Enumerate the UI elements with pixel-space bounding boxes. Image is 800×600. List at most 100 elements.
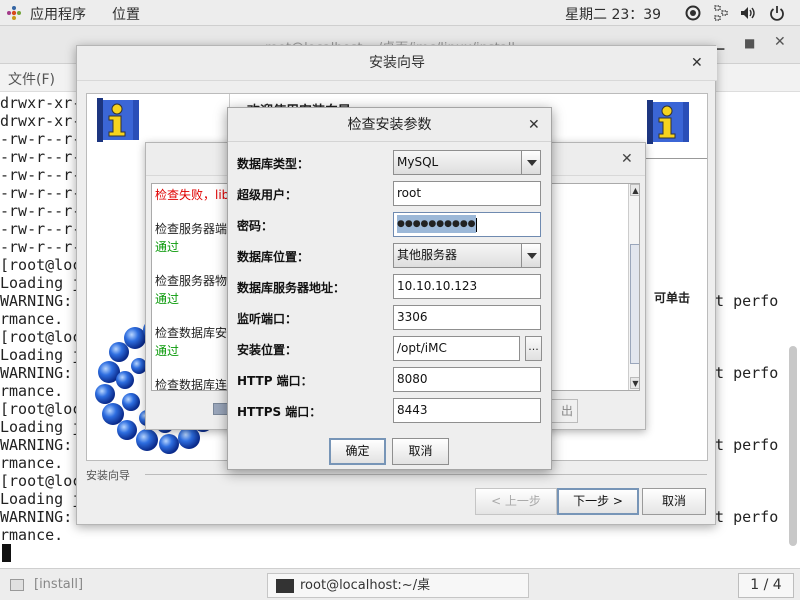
menu-file[interactable]: 文件(F) [8,69,55,89]
db-location-select[interactable]: 其他服务器 [393,243,541,268]
terminal-line-text: rmance. [0,526,64,544]
gnome-activities-icon[interactable] [6,5,22,21]
taskbar-item-label: [install] [34,577,84,592]
db-server-input[interactable]: 10.10.10.123 [393,274,541,299]
terminal-line-text: Loading j [0,418,82,436]
check-item-status: 通过 [155,240,180,254]
wizard-instruction-text: 可单击 [654,291,691,305]
bottom-taskbar: [install] root@localhost:~/桌面/imc/linux/… [0,568,800,600]
terminal-line-text: drwxr-xr- [0,94,82,112]
chevron-down-icon[interactable] [521,243,541,268]
close-icon[interactable]: ✕ [691,55,703,71]
terminal-line-text: rmance. [0,310,64,328]
password-mask: ●●●●●●●●●● [397,219,476,229]
listen-port-label: 监听端口： [237,312,298,326]
check-item-status: 通过 [155,292,180,306]
check-list-scrollbar[interactable]: ▲ ▼ [628,184,639,390]
scroll-up-icon[interactable]: ▲ [630,184,639,196]
db-location-label: 数据库位置： [237,250,310,264]
cancel-button[interactable]: 取消 [642,488,706,515]
password-label: 密码： [237,219,274,233]
terminal-line-text: WARNING: [0,508,73,526]
https-port-input[interactable]: 8443 [393,398,541,423]
taskbar-item-terminal[interactable]: root@localhost:~/桌面/imc/linux/in··· [267,573,529,598]
terminal-line-text: -rw-r--r- [0,130,82,148]
terminal-line-text: WARNING: [0,364,73,382]
terminal-line-text: rmance. [0,454,64,472]
db-location-value: 其他服务器 [397,248,458,262]
window-icon [10,578,24,591]
terminal-line-text: Loading j [0,346,82,364]
close-icon[interactable]: ✕ [774,34,786,50]
terminal-line-text: -rw-r--r- [0,166,82,184]
previous-button[interactable]: < 上一步 [475,488,557,515]
power-icon[interactable] [768,4,786,22]
superuser-input[interactable]: root [393,181,541,206]
terminal-line: rmance. [0,526,800,544]
terminal-line-text: rmance. [0,382,64,400]
privacy-indicator-icon[interactable] [684,4,702,22]
close-icon[interactable]: ✕ [528,117,540,133]
install-location-input[interactable]: /opt/iMC [393,336,520,361]
text-caret [475,217,477,232]
terminal-line-text: Loading j [0,274,82,292]
terminal-line-text: WARNING: [0,436,73,454]
scroll-thumb[interactable] [630,244,639,364]
wizard-title[interactable]: 安装向导 [77,46,717,81]
scroll-down-icon[interactable]: ▼ [630,377,639,389]
terminal-line-text: -rw-r--r- [0,148,82,166]
http-port-input[interactable]: 8080 [393,367,541,392]
terminal-line-text: drwxr-xr- [0,112,82,130]
next-button[interactable]: 下一步 > [557,488,639,515]
check-item-status: 检查失败，lib [155,188,230,202]
places-menu[interactable]: 位置 [112,4,140,24]
ok-button[interactable]: 确定 [329,438,386,465]
db-type-select[interactable]: MySQL [393,150,541,175]
top-panel: 应用程序 位置 星期二 23：39 [0,0,800,26]
check-item-label: 检查数据库连 [155,378,228,391]
terminal-line-text: ct perfo [706,436,779,454]
taskbar-item-label: root@localhost:~/桌面/imc/linux/in··· [300,578,431,593]
terminal-line-text: -rw-r--r- [0,220,82,238]
params-dialog-title[interactable]: 检查安装参数 [228,108,551,142]
terminal-line-text: Loading j [0,490,82,508]
http-port-label: HTTP 端口： [237,374,313,388]
browse-button[interactable]: ... [525,336,542,361]
terminal-scrollbar[interactable] [789,346,797,546]
db-server-label: 数据库服务器地址： [237,281,346,295]
install-params-dialog: 检查安装参数 ✕ 数据库类型： MySQL 超级用户： root 密码： ●●●… [227,107,552,470]
divider [145,474,707,475]
cancel-button[interactable]: 取消 [392,438,449,465]
network-wired-icon[interactable] [712,4,730,22]
check-item-label: 检查服务器物 [155,274,228,288]
applications-menu[interactable]: 应用程序 [30,4,86,24]
check-item-label: 检查数据库安 [155,326,228,340]
volume-icon[interactable] [739,4,757,22]
check-item-label: 检查服务器端 [155,222,228,236]
close-icon[interactable]: ✕ [621,151,633,167]
terminal-line-text: ct perfo [706,364,779,382]
password-input[interactable]: ●●●●●●●●●● [393,212,541,237]
info-logo-icon [647,100,689,144]
wizard-section-label: 安装向导 [86,469,130,482]
chevron-down-icon[interactable] [521,150,541,175]
terminal-line-text: ct perfo [706,292,779,310]
terminal-line-text: [root@loc [0,472,82,490]
info-logo-icon [97,98,139,142]
db-type-value: MySQL [397,155,439,169]
https-port-label: HTTPS 端口： [237,405,322,419]
workspace-indicator[interactable]: 1 / 4 [738,573,794,598]
maximize-icon[interactable]: ■ [744,36,755,50]
terminal-cursor [2,544,11,562]
terminal-line-text: [root@loc [0,400,82,418]
taskbar-item-install[interactable]: [install] [10,573,258,598]
clock[interactable]: 星期二 23：39 [565,4,661,24]
terminal-line-text: ct perfo [706,508,779,526]
terminal-icon [276,578,294,593]
check-item-status: 通过 [155,344,180,358]
listen-port-input[interactable]: 3306 [393,305,541,330]
terminal-line-text: -rw-r--r- [0,238,82,256]
terminal-line-text: [root@loc [0,328,82,346]
install-location-label: 安装位置： [237,343,298,357]
db-type-label: 数据库类型： [237,157,310,171]
